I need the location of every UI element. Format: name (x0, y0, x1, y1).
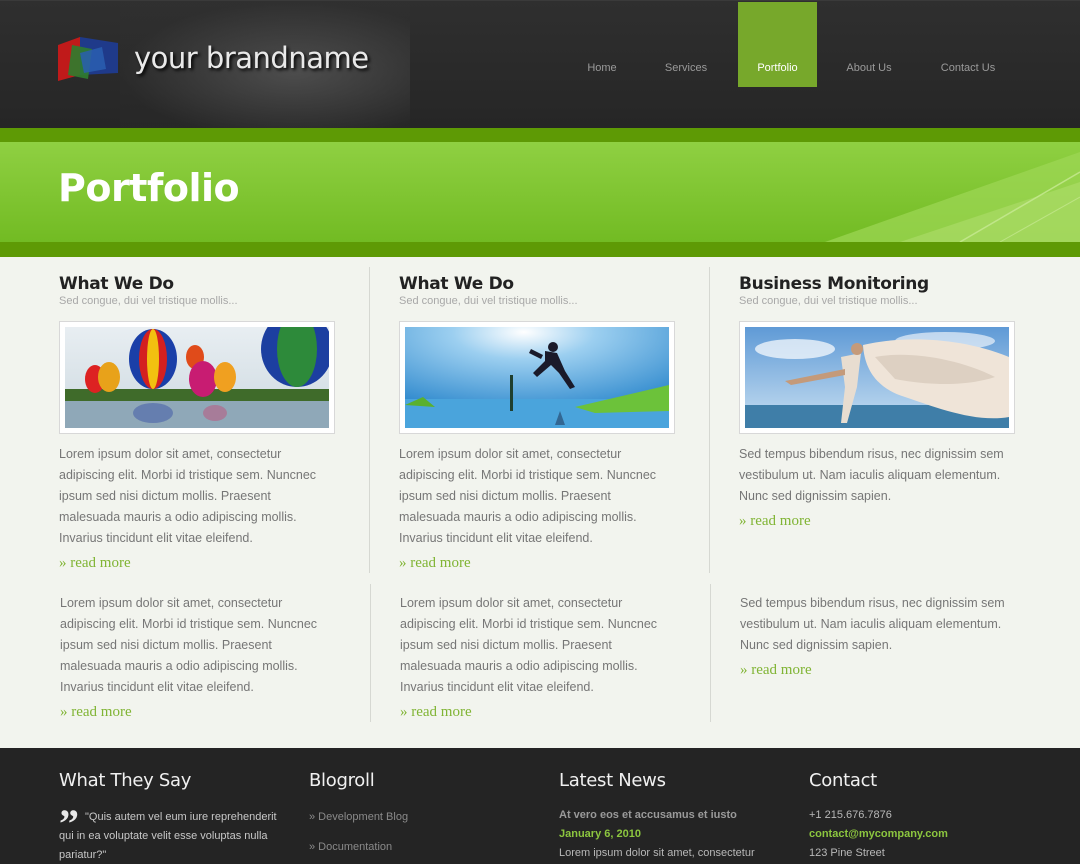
nav-services[interactable]: Services (650, 2, 722, 87)
news-excerpt: Lorem ipsum dolor sit amet, consectetur (559, 847, 755, 859)
contact-email-link[interactable]: contact@mycompany.com (809, 828, 948, 840)
blogroll-title: Blogroll (309, 770, 375, 791)
column-1-heading: What We Do Sed congue, dui vel tristique… (59, 274, 349, 307)
page-title: Portfolio (58, 166, 240, 210)
news-date: January 6, 2010 (559, 828, 641, 840)
read-more-link[interactable]: » read more (60, 704, 132, 721)
row2-text: Lorem ipsum dolor sit amet, consectetur … (400, 596, 658, 694)
portfolio-image-balloons[interactable] (59, 321, 335, 434)
column-title: Business Monitoring (739, 274, 929, 294)
blogroll-link-documentation[interactable]: » Documentation (309, 841, 392, 853)
blogroll-link-development-blog[interactable]: » Development Blog (309, 811, 408, 823)
news-headline[interactable]: At vero eos et accusamus et iusto (559, 809, 737, 821)
row2-text: Sed tempus bibendum risus, nec dignissim… (740, 596, 1005, 652)
read-more-link[interactable]: » read more (740, 662, 812, 679)
row2-text: Lorem ipsum dolor sit amet, consectetur … (60, 596, 318, 694)
read-more-link[interactable]: » read more (739, 513, 811, 530)
latest-news-title: Latest News (559, 770, 666, 791)
nav-contact-us[interactable]: Contact Us (930, 2, 1006, 87)
read-more-link[interactable]: » read more (400, 704, 472, 721)
nav-home[interactable]: Home (576, 2, 628, 87)
column-subtitle: Sed congue, dui vel tristique mollis... (59, 295, 238, 307)
column-divider (370, 584, 371, 722)
contact-title: Contact (809, 770, 877, 791)
band-top-stripe (0, 128, 1080, 142)
column-divider (710, 584, 711, 722)
read-more-link[interactable]: » read more (399, 555, 471, 572)
column-text: Lorem ipsum dolor sit amet, consectetur … (399, 447, 657, 545)
column-subtitle: Sed congue, dui vel tristique mollis... (399, 295, 578, 307)
column-3-heading: Business Monitoring Sed congue, dui vel … (739, 274, 1029, 307)
testimonial-quote: "Quis autem vel eum iure reprehenderit q… (59, 811, 277, 861)
testimonials-title: What They Say (59, 770, 192, 791)
contact-phone: +1 215.676.7876 (809, 809, 892, 821)
main-nav: Home Services Portfolio About Us Contact… (0, 1, 1080, 87)
band-bottom-stripe (0, 242, 1080, 257)
contact-street: 123 Pine Street (809, 847, 885, 859)
column-divider (709, 267, 710, 573)
nav-about-us[interactable]: About Us (836, 2, 902, 87)
page-title-band: Portfolio (0, 142, 1080, 242)
column-text: Lorem ipsum dolor sit amet, consectetur … (59, 447, 317, 545)
read-more-link[interactable]: » read more (59, 555, 131, 572)
nav-portfolio[interactable]: Portfolio (738, 2, 817, 87)
portfolio-image-woman[interactable] (739, 321, 1015, 434)
site-header: your brandname Home Services Portfolio A… (0, 0, 1080, 129)
column-2-heading: What We Do Sed congue, dui vel tristique… (399, 274, 689, 307)
column-subtitle: Sed congue, dui vel tristique mollis... (739, 295, 918, 307)
portfolio-image-jumper[interactable] (399, 321, 675, 434)
site-footer: What They Say ” "Quis autem vel eum iure… (0, 748, 1080, 864)
column-title: What We Do (59, 274, 174, 294)
column-title: What We Do (399, 274, 514, 294)
column-text: Sed tempus bibendum risus, nec dignissim… (739, 447, 1004, 503)
column-divider (369, 267, 370, 573)
